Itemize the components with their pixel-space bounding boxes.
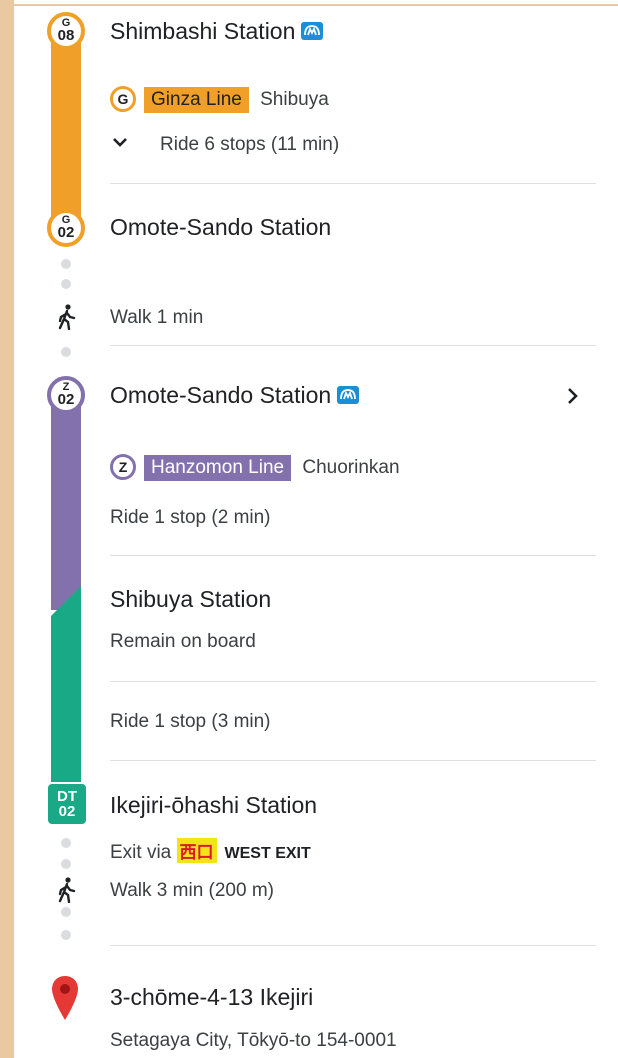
exit-name: WEST EXIT [224, 845, 311, 862]
divider [110, 681, 596, 682]
ginza-line-segment [51, 30, 81, 220]
station-omote-sando-ginza[interactable]: Omote-Sando Station [110, 214, 331, 241]
station-omote-sando-hanzomon[interactable]: Omote-Sando Station [110, 382, 360, 409]
chevron-right-icon[interactable] [566, 386, 580, 411]
station-badge-z02: Z 02 [47, 376, 85, 414]
walk-dot [61, 347, 71, 357]
station-badge-g02: G 02 [47, 209, 85, 247]
badge-number: 02 [57, 224, 75, 242]
line-letter-z: Z [110, 454, 136, 480]
station-ikejiri-ohashi[interactable]: Ikejiri-ōhashi Station [110, 792, 317, 819]
walk-dot [61, 930, 71, 940]
walk-info: Walk 3 min (200 m) [110, 880, 274, 901]
denentoshi-line-segment [51, 616, 81, 802]
walk-dot [61, 259, 71, 269]
background-strip-top-inner [14, 0, 618, 4]
walk-info: Walk 1 min [110, 307, 204, 328]
ride-info: Ride 1 stop (2 min) [110, 507, 271, 528]
walk-dot [61, 907, 71, 917]
ginza-line-row: G Ginza Line Shibuya [110, 86, 329, 113]
line-tag-ginza: Ginza Line [144, 87, 249, 113]
destination-locality: Setagaya City, Tōkyō-to 154-0001 [110, 1030, 397, 1051]
remain-on-board: Remain on board [110, 631, 256, 652]
walk-dot [61, 279, 71, 289]
exit-info: Exit via 西口 WEST EXIT [110, 838, 311, 864]
line-tag-hanzomon: Hanzomon Line [144, 455, 292, 481]
divider [110, 183, 596, 184]
metro-icon [337, 386, 360, 404]
exit-tag-nishiguchi: 西口 [176, 838, 217, 863]
ride-info: Ride 1 stop (3 min) [110, 711, 271, 732]
station-badge-dt02: DT 02 [46, 782, 88, 826]
badge-letter: DT [57, 788, 77, 805]
walk-icon [56, 304, 78, 335]
hanzomon-line-segment [51, 390, 81, 610]
direction-shibuya: Shibuya [260, 89, 329, 110]
divider [110, 345, 596, 346]
walk-icon [56, 877, 78, 908]
walk-dot [61, 838, 71, 848]
metro-icon [301, 22, 324, 40]
ride-stops-toggle[interactable]: Ride 6 stops (11 min) [110, 134, 339, 156]
walk-dot [61, 859, 71, 869]
destination-address[interactable]: 3-chōme-4-13 Ikejiri [110, 984, 313, 1011]
badge-number: 02 [58, 803, 76, 820]
hanzomon-line-row: Z Hanzomon Line Chuorinkan [110, 454, 400, 481]
line-letter-g: G [110, 86, 136, 112]
chevron-down-icon [110, 134, 132, 156]
direction-chuorinkan: Chuorinkan [302, 457, 400, 478]
background-strip-left [0, 0, 14, 1058]
divider [110, 760, 596, 761]
badge-number: 02 [57, 391, 75, 409]
divider [110, 945, 596, 946]
divider [110, 555, 596, 556]
badge-number: 08 [57, 27, 75, 45]
station-badge-g08: G 08 [47, 12, 85, 50]
station-shimbashi[interactable]: Shimbashi Station [110, 18, 324, 45]
station-shibuya[interactable]: Shibuya Station [110, 586, 271, 613]
ride-info: Ride 6 stops (11 min) [160, 134, 340, 155]
location-pin-icon [51, 975, 79, 1026]
line-transition [51, 586, 81, 616]
exit-prefix: Exit via [110, 842, 172, 863]
